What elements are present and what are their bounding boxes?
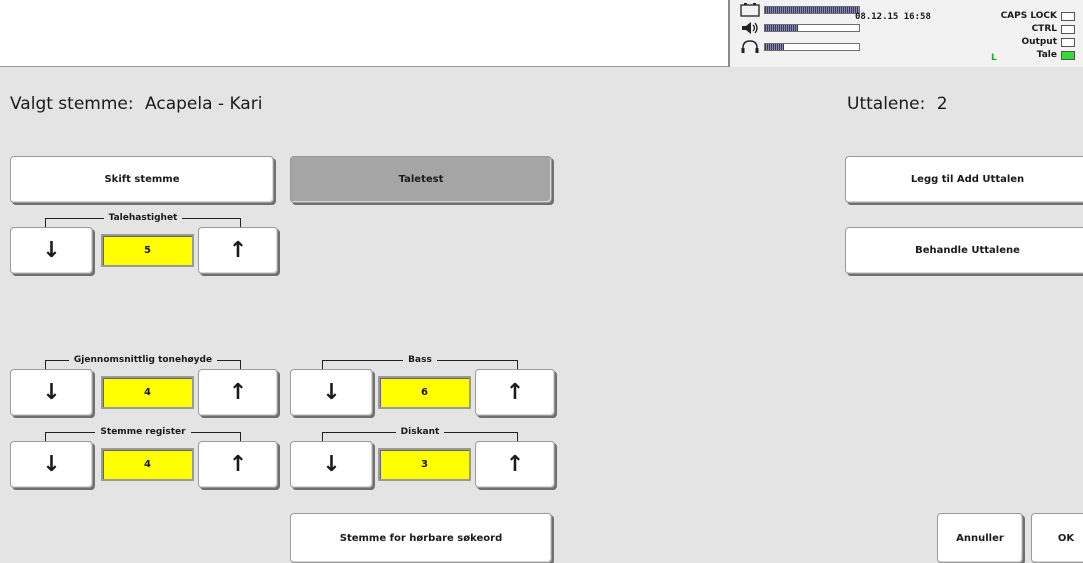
treble-label: Diskant [395,427,445,437]
register-value: 4 [101,448,194,481]
speed-decrease-button[interactable]: ↓ [10,227,93,274]
indicator-label: CAPS LOCK [1000,11,1057,21]
battery-icon [740,3,760,17]
top-bar: 08.12.15 16:58 CAPS LOCK CTRL Output Tal… [0,0,1083,67]
register-label: Stemme register [95,427,191,437]
indicator-label: CTRL [1031,24,1057,34]
arrow-down-icon: ↓ [42,379,61,405]
treble-increase-button[interactable]: ↑ [475,441,555,488]
bass-increase-button[interactable]: ↑ [475,369,555,416]
arrow-up-icon: ↑ [228,451,248,477]
audible-keywords-voice-button[interactable]: Stemme for hørbare søkeord [290,513,552,563]
bass-value: 6 [378,376,471,409]
manage-pronunciations-button[interactable]: Behandle Uttalene [845,227,1083,274]
indicator-label: Output [1021,37,1057,47]
arrow-up-icon: ↑ [505,379,525,405]
indicator-lamp [1061,37,1075,47]
pitch-decrease-button[interactable]: ↓ [10,369,93,416]
datetime: 08.12.15 16:58 [855,12,931,22]
selected-voice: Valgt stemme: Acapela - Kari [10,94,268,114]
speech-test-button[interactable]: Taletest [290,156,552,203]
headphone-meter [764,43,860,51]
register-decrease-button[interactable]: ↓ [10,441,93,488]
treble-value: 3 [378,448,471,481]
pronunciation-count-value: 2 [936,94,948,114]
selected-voice-value: Acapela - Kari [145,94,263,114]
arrow-down-icon: ↓ [322,379,341,405]
arrow-up-icon: ↑ [505,451,525,477]
pitch-increase-button[interactable]: ↑ [198,369,278,416]
battery-meter [764,6,860,14]
pitch-value: 4 [101,376,194,409]
arrow-up-icon: ↑ [228,237,248,263]
indicator-lamp [1061,50,1075,60]
indicator-lamp [1061,24,1075,34]
indicator-label: Tale [1036,50,1057,60]
indicator-output: Output [1021,37,1075,47]
pitch-label: Gjennomsnittlig tonehøyde [68,355,218,365]
speed-increase-button[interactable]: ↑ [198,227,278,274]
speed-label: Talehastighet [103,213,183,223]
indicator-tale: Tale [1037,50,1075,60]
treble-decrease-button[interactable]: ↓ [290,441,373,488]
indicator-lamp [1061,11,1075,21]
bass-label: Bass [403,355,437,365]
indicator-ctrl: CTRL [1032,24,1075,34]
ok-button[interactable]: OK [1031,513,1083,563]
selected-voice-label: Valgt stemme: [10,94,134,114]
pronunciation-count-label: Uttalene: [847,94,926,114]
speaker-icon [742,22,758,34]
arrow-up-icon: ↑ [228,379,248,405]
arrow-down-icon: ↓ [42,451,61,477]
arrow-down-icon: ↓ [42,237,61,263]
cancel-button[interactable]: Annuller [937,513,1023,563]
bass-decrease-button[interactable]: ↓ [290,369,373,416]
add-pronunciation-button[interactable]: Legg til Add Uttalen [845,156,1083,203]
status-panel: 08.12.15 16:58 CAPS LOCK CTRL Output Tal… [728,0,1083,67]
register-increase-button[interactable]: ↑ [198,441,278,488]
change-voice-button[interactable]: Skift stemme [10,156,274,203]
headphones-icon [741,40,759,53]
volume-meter [764,24,860,32]
arrow-down-icon: ↓ [322,451,341,477]
speed-value: 5 [101,234,194,267]
channel-letter: L [991,53,997,63]
indicator-caps-lock: CAPS LOCK [1001,11,1075,21]
pronunciation-count: Uttalene: 2 [847,94,954,114]
